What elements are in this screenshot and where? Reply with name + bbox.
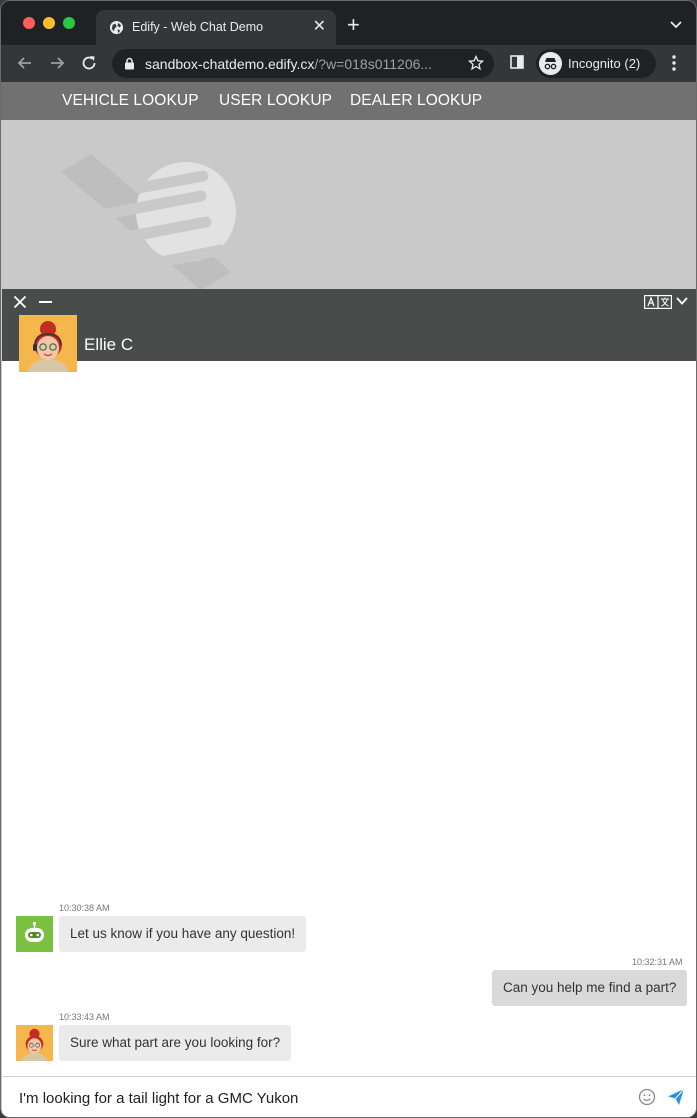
tab-title: Edify - Web Chat Demo: [132, 20, 264, 34]
agent-message-avatar: [16, 1025, 53, 1061]
site-nav: VEHICLE LOOKUP USER LOOKUP DEALER LOOKUP: [1, 82, 696, 120]
incognito-profile-button[interactable]: Incognito (2): [536, 49, 656, 78]
address-bar[interactable]: sandbox-chatdemo.edify.cx/?w=018s011206.…: [112, 49, 494, 78]
translate-icon[interactable]: [644, 295, 672, 309]
nav-user-lookup[interactable]: USER LOOKUP: [219, 92, 332, 110]
minimize-icon[interactable]: [39, 301, 52, 303]
page-content: VEHICLE LOOKUP USER LOOKUP DEALER LOOKUP: [1, 82, 696, 1117]
incognito-icon: [539, 52, 562, 75]
close-window-button[interactable]: [23, 17, 35, 29]
message-timestamp: 10:30:38 AM: [59, 903, 110, 913]
message-composer: [2, 1076, 696, 1117]
chat-header: Ellie C: [2, 289, 696, 372]
lock-icon: [125, 57, 134, 70]
new-tab-button[interactable]: +: [347, 14, 360, 36]
browser-window: Edify - Web Chat Demo ✕ + sandbox-chatde…: [0, 0, 697, 1118]
chat-widget: Ellie C 10:30:38 AM Let us know if you h…: [2, 289, 696, 1117]
robot-icon: [16, 916, 53, 952]
agent-avatar: [19, 315, 77, 372]
incognito-label: Incognito (2): [568, 56, 641, 71]
message-timestamp: 10:33:43 AM: [59, 1012, 110, 1022]
forward-arrow-icon[interactable]: [47, 53, 67, 73]
bot-avatar: [16, 916, 53, 952]
nav-vehicle-lookup[interactable]: VEHICLE LOOKUP: [62, 92, 199, 110]
bookmark-star-icon[interactable]: [468, 55, 484, 71]
agent-message-bubble: Sure what part are you looking for?: [59, 1025, 292, 1061]
url-path: /?w=018s011206...: [314, 56, 433, 72]
nav-dealer-lookup[interactable]: DEALER LOOKUP: [350, 92, 482, 110]
chevron-down-icon[interactable]: [676, 296, 688, 306]
more-menu-icon[interactable]: [672, 55, 676, 71]
edify-logo-watermark: [61, 154, 236, 290]
reload-icon[interactable]: [79, 53, 99, 73]
bot-message-bubble: Let us know if you have any question!: [59, 916, 307, 952]
minimize-window-button[interactable]: [43, 17, 55, 29]
message-timestamp: 10:32:31 AM: [632, 957, 683, 967]
emoji-icon[interactable]: [638, 1088, 656, 1106]
tab-strip: Edify - Web Chat Demo ✕ +: [1, 1, 696, 45]
close-icon[interactable]: [13, 295, 27, 309]
globe-icon: [109, 20, 124, 35]
browser-toolbar: sandbox-chatdemo.edify.cx/?w=018s011206.…: [1, 45, 696, 82]
side-panel-icon[interactable]: [510, 55, 524, 69]
url-text: sandbox-chatdemo.edify.cx/?w=018s011206.…: [145, 56, 432, 72]
tab-close-icon[interactable]: ✕: [313, 18, 326, 36]
user-message-bubble: Can you help me find a part?: [492, 970, 688, 1006]
agent-avatar-image: [19, 315, 77, 372]
agent-name: Ellie C: [84, 335, 134, 354]
zoom-window-button[interactable]: [63, 17, 75, 29]
url-host: sandbox-chatdemo.edify.cx: [145, 56, 315, 72]
send-icon[interactable]: [667, 1088, 685, 1106]
back-arrow-icon[interactable]: [15, 53, 35, 73]
agent-avatar-image: [16, 1025, 53, 1061]
tab-search-chevron-icon[interactable]: [670, 19, 682, 31]
message-input[interactable]: [19, 1087, 619, 1109]
browser-tab[interactable]: Edify - Web Chat Demo ✕: [96, 10, 336, 45]
